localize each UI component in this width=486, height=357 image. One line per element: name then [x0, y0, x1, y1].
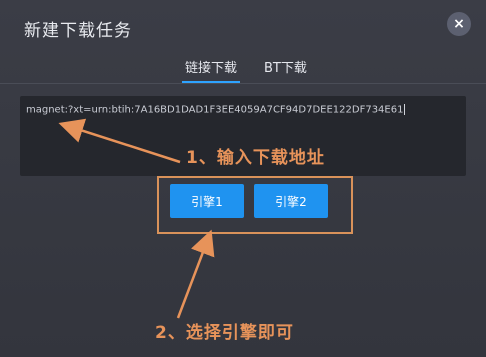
arrow-to-input [58, 118, 181, 164]
new-download-dialog: 新建下载任务 × 链接下载 BT下载 magnet:?xt=urn:btih:7… [0, 0, 486, 357]
annotation-arrows [58, 118, 215, 319]
annotation-step-2: 2、选择引擎即可 [155, 323, 294, 343]
annotation-step-1: 1、输入下载地址 [186, 148, 325, 168]
arrow-to-engines [176, 229, 215, 319]
